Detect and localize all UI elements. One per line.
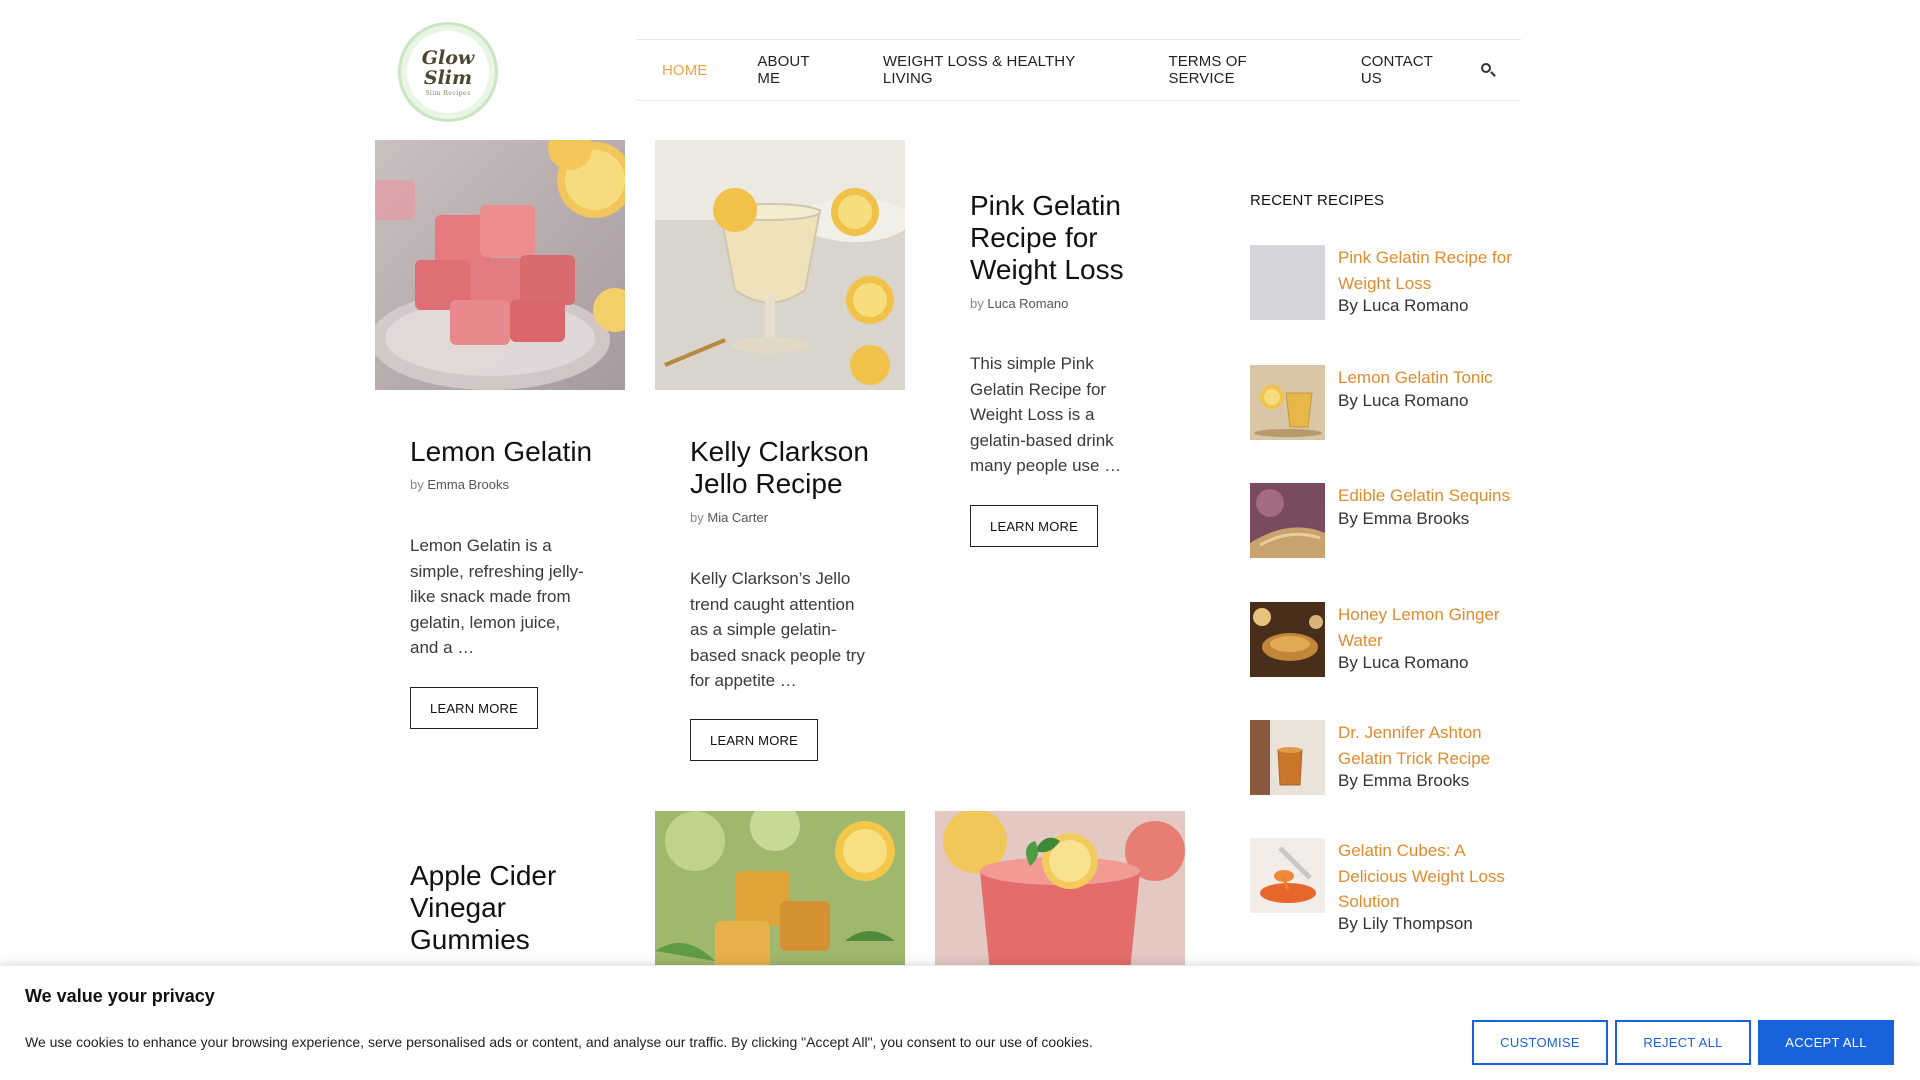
main-navigation: HOME ABOUT ME WEIGHT LOSS & HEALTHY LIVI… [637, 39, 1521, 101]
cookie-title: We value your privacy [25, 986, 215, 1006]
accept-all-button[interactable]: ACCEPT ALL [1758, 1020, 1894, 1065]
reject-all-button[interactable]: REJECT ALL [1615, 1020, 1751, 1065]
post-meta: by Luca Romano [970, 296, 1068, 311]
sidebar-title: RECENT RECIPES [1250, 192, 1385, 209]
post-title[interactable]: Pink Gelatin Recipe for Weight Loss [970, 190, 1140, 286]
post-excerpt: This simple Pink Gelatin Recipe for Weig… [970, 354, 1122, 475]
post-excerpt: Kelly Clarkson’s Jello trend caught atte… [690, 569, 865, 690]
recent-thumbnail[interactable] [1250, 720, 1325, 795]
learn-more-button[interactable]: LEARN MORE [970, 505, 1098, 547]
recent-link[interactable]: Pink Gelatin Recipe for Weight Loss [1338, 245, 1528, 296]
recent-link[interactable]: Lemon Gelatin Tonic [1338, 365, 1528, 391]
recent-thumbnail[interactable] [1250, 365, 1325, 440]
post-thumbnail-kelly-clarkson[interactable] [655, 140, 905, 390]
post-author[interactable]: Mia Carter [707, 510, 768, 525]
recent-thumbnail[interactable] [1250, 483, 1325, 558]
recent-thumbnail[interactable] [1250, 602, 1325, 677]
post-title[interactable]: Lemon Gelatin [410, 436, 610, 468]
search-icon[interactable] [1479, 61, 1496, 79]
post-author[interactable]: Emma Brooks [427, 477, 509, 492]
post-by-label: by [970, 296, 984, 311]
cookie-text: We use cookies to enhance your browsing … [25, 1034, 1093, 1050]
recent-author: By Lily Thompson [1338, 914, 1473, 933]
recent-link[interactable]: Edible Gelatin Sequins [1338, 483, 1528, 509]
post-thumbnail-lemon-gelatin[interactable] [375, 140, 625, 390]
post-by-label: by [410, 477, 424, 492]
post-thumbnail-honey-gelatin[interactable] [655, 811, 905, 971]
learn-more-button[interactable]: LEARN MORE [690, 719, 818, 761]
recent-author: By Emma Brooks [1338, 509, 1470, 528]
customise-button[interactable]: CUSTOMISE [1472, 1020, 1608, 1065]
post-thumbnail-pink-drink[interactable] [935, 811, 1185, 971]
recent-link[interactable]: Honey Lemon Ginger Water [1338, 602, 1528, 653]
logo-word-2: Slim [423, 66, 473, 89]
recent-link[interactable]: Dr. Jennifer Ashton Gelatin Trick Recipe [1338, 720, 1528, 771]
post-title[interactable]: Kelly Clarkson Jello Recipe [690, 436, 890, 500]
recent-author: By Luca Romano [1338, 391, 1469, 410]
nav-home[interactable]: HOME [637, 62, 732, 79]
logo-word-1: Glow [421, 46, 475, 69]
recent-author: By Luca Romano [1338, 653, 1469, 672]
nav-contact[interactable]: CONTACT US [1336, 53, 1479, 87]
nav-about-me[interactable]: ABOUT ME [732, 53, 857, 87]
site-logo[interactable]: Glow Slim Slim Recipes [398, 22, 498, 122]
logo-badge: Glow Slim Slim Recipes [407, 31, 489, 113]
logo-tagline: Slim Recipes [425, 89, 471, 97]
post-meta: by Mia Carter [690, 510, 768, 525]
nav-weight-loss[interactable]: WEIGHT LOSS & HEALTHY LIVING [858, 53, 1144, 87]
recent-author: By Luca Romano [1338, 296, 1469, 315]
learn-more-button[interactable]: LEARN MORE [410, 687, 538, 729]
post-title[interactable]: Apple Cider Vinegar Gummies [410, 860, 590, 956]
post-meta: by Emma Brooks [410, 477, 509, 492]
recent-author: By Emma Brooks [1338, 771, 1470, 790]
nav-terms[interactable]: TERMS OF SERVICE [1143, 53, 1335, 87]
post-excerpt: Lemon Gelatin is a simple, refreshing je… [410, 536, 584, 657]
post-author[interactable]: Luca Romano [987, 296, 1068, 311]
recent-thumbnail[interactable] [1250, 838, 1325, 913]
cookie-banner: We value your privacy We use cookies to … [0, 965, 1920, 1080]
recent-link[interactable]: Gelatin Cubes: A Delicious Weight Loss S… [1338, 838, 1528, 915]
post-by-label: by [690, 510, 704, 525]
recent-thumbnail[interactable] [1250, 245, 1325, 320]
